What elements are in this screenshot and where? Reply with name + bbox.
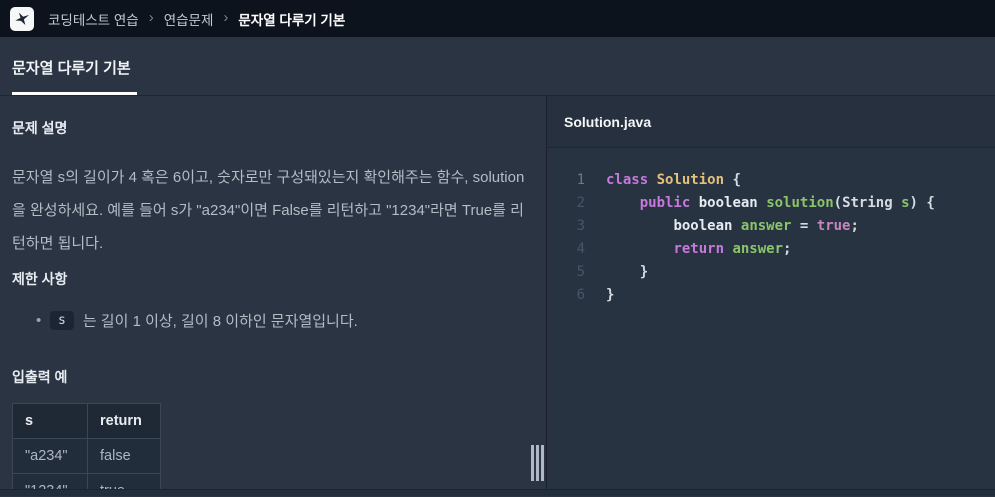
breadcrumb-item[interactable]: 코딩테스트 연습 <box>48 9 139 29</box>
tab-problem-title[interactable]: 문자열 다루기 기본 <box>12 57 137 95</box>
resize-grip-bar <box>536 445 539 481</box>
code-line: 5 } <box>547 261 995 284</box>
constraint-item: s 는 길이 1 이상, 길이 8 이하인 문자열입니다. <box>12 310 534 331</box>
code-line: 4 return answer; <box>547 238 995 261</box>
breadcrumb: 코딩테스트 연습 › 연습문제 › 문자열 다루기 기본 <box>48 9 345 29</box>
bottom-toolbar-edge <box>0 489 995 496</box>
code-line-source: return answer; <box>673 241 792 257</box>
examples-table-header-row: s return <box>12 403 161 439</box>
inline-code-chip: s <box>50 311 74 330</box>
code-line: 2 public boolean solution(String s) { <box>547 192 995 215</box>
examples-table-body: "a234"false"1234"true <box>12 438 161 489</box>
main-split: 문제 설명 문자열 s의 길이가 4 혹은 6이고, 숫자로만 구성돼있는지 확… <box>0 96 995 489</box>
table-header-cell: return <box>87 403 161 439</box>
line-number: 3 <box>576 218 585 234</box>
constraints-title: 제한 사항 <box>12 271 68 287</box>
line-number: 1 <box>576 172 585 188</box>
editor-header: Solution.java <box>547 96 995 148</box>
table-header-cell: s <box>12 403 88 439</box>
table-cell: true <box>87 473 161 489</box>
table-cell: "a234" <box>12 438 88 474</box>
resize-grip-bar <box>541 445 544 481</box>
examples-title: 입출력 예 <box>12 369 68 385</box>
examples-table: sreturn "a234"false"1234"true <box>12 403 161 489</box>
table-cell: false <box>87 438 161 474</box>
table-row: "1234"true <box>12 473 161 489</box>
code-line-source: } <box>606 264 649 280</box>
programmers-logo[interactable] <box>10 6 34 31</box>
breadcrumb-item[interactable]: 연습문제 <box>164 9 214 29</box>
description-title: 문제 설명 <box>12 120 68 136</box>
table-row: "a234" false <box>12 438 161 474</box>
code-line-source: boolean answer = true; <box>673 218 859 234</box>
description-text: 문자열 s의 길이가 4 혹은 6이고, 숫자로만 구성돼있는지 확인해주는 함… <box>12 169 525 252</box>
programmers-bird-icon <box>15 12 30 25</box>
code-line-source: class Solution { <box>606 172 741 188</box>
line-number: 2 <box>576 195 585 211</box>
top-navigation-bar: 코딩테스트 연습 › 연습문제 › 문자열 다루기 기본 <box>0 0 995 37</box>
panel-resize-handle[interactable] <box>531 445 544 481</box>
code-line: 1 class Solution { <box>547 169 995 192</box>
line-number: 6 <box>576 287 585 303</box>
breadcrumb-item: 문자열 다루기 기본 <box>238 12 346 28</box>
editor-filename: Solution.java <box>564 113 652 130</box>
constraint-text: 는 길이 1 이상, 길이 8 이하인 문자열입니다. <box>82 313 358 330</box>
resize-grip-bar <box>531 445 534 481</box>
line-number: 5 <box>576 264 585 280</box>
constraints-list: s 는 길이 1 이상, 길이 8 이하인 문자열입니다. <box>12 310 534 331</box>
problem-tab-strip: 문자열 다루기 기본 <box>0 37 995 96</box>
table-cell: "1234" <box>12 473 88 489</box>
code-editor[interactable]: 1 class Solution { 2 public boolean soluti… <box>547 148 995 489</box>
breadcrumb-separator-icon: › <box>148 9 154 26</box>
code-line: 3 boolean answer = true; <box>547 215 995 238</box>
code-line-source: public boolean solution(String s) { <box>639 195 935 211</box>
code-line: 6} <box>547 284 995 307</box>
code-editor-panel: Solution.java 1 class Solution { 2 public … <box>547 96 995 489</box>
problem-description-panel: 문제 설명 문자열 s의 길이가 4 혹은 6이고, 숫자로만 구성돼있는지 확… <box>0 96 547 489</box>
breadcrumb-separator-icon: › <box>223 9 229 26</box>
code-line-source: } <box>606 287 615 303</box>
line-number: 4 <box>576 241 585 257</box>
